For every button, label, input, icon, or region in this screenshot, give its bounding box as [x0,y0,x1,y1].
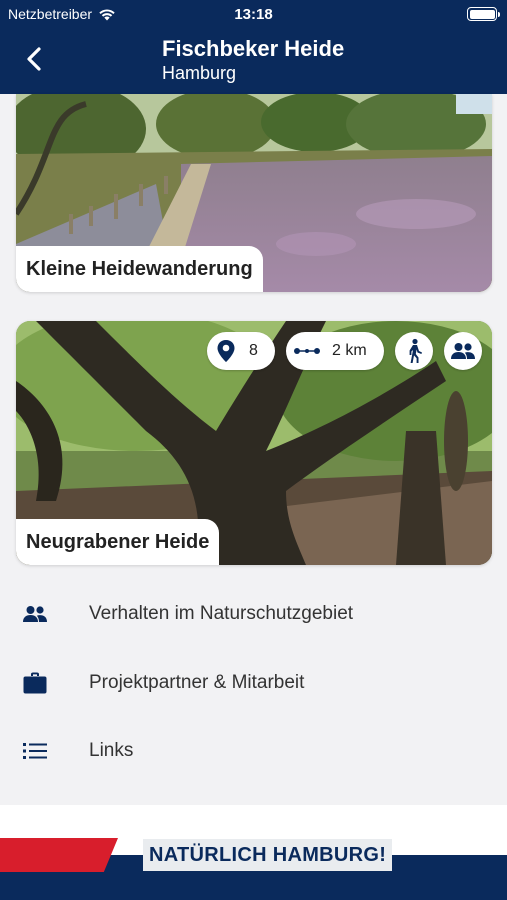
group-badge [444,332,482,370]
card-title: Neugrabener Heide [16,519,220,565]
tour-card[interactable]: 8 2 km Neugrabener Heide [16,321,492,565]
distance-badge: 2 km [286,332,384,370]
page-subtitle: Hamburg [162,63,237,83]
menu-item-label: Verhalten im Naturschutzgebiet [89,603,354,624]
briefcase-icon [22,670,48,696]
tour-card[interactable]: Kleine Heidewanderung [16,94,492,292]
menu-item-projektpartner[interactable]: Projektpartner & Mitarbeit [0,651,507,715]
clock: 13:18 [234,6,273,23]
back-arrow-icon[interactable] [20,44,50,74]
people-icon [22,601,48,627]
route-icon [294,348,320,354]
card-title: Kleine Heidewanderung [16,246,263,292]
people-icon [451,343,475,359]
status-bar: Netzbetreiber 13:18 [0,0,507,28]
menu-item-label: Projektpartner & Mitarbeit [89,672,305,693]
location-pin-icon [217,340,235,362]
stations-count: 8 [249,342,258,359]
walking-badge [395,332,433,370]
footer-red-stripe [0,838,118,872]
page-title: Fischbeker Heide [162,36,345,61]
battery-icon [467,7,500,21]
brand-logo: NATÜRLICH HAMBURG! [143,839,393,871]
distance-value: 2 km [332,342,367,359]
menu-item-label: Links [89,740,134,761]
menu-item-links[interactable]: Links [0,719,507,783]
stations-badge: 8 [207,332,275,370]
menu-item-verhalten[interactable]: Verhalten im Naturschutzgebiet [0,582,507,646]
header-titles: Fischbeker Heide Hamburg [162,36,344,84]
walking-icon [409,338,422,363]
list-icon [22,738,48,764]
app-header: Netzbetreiber 13:18 Fischbeker Heide Ham… [0,0,507,94]
